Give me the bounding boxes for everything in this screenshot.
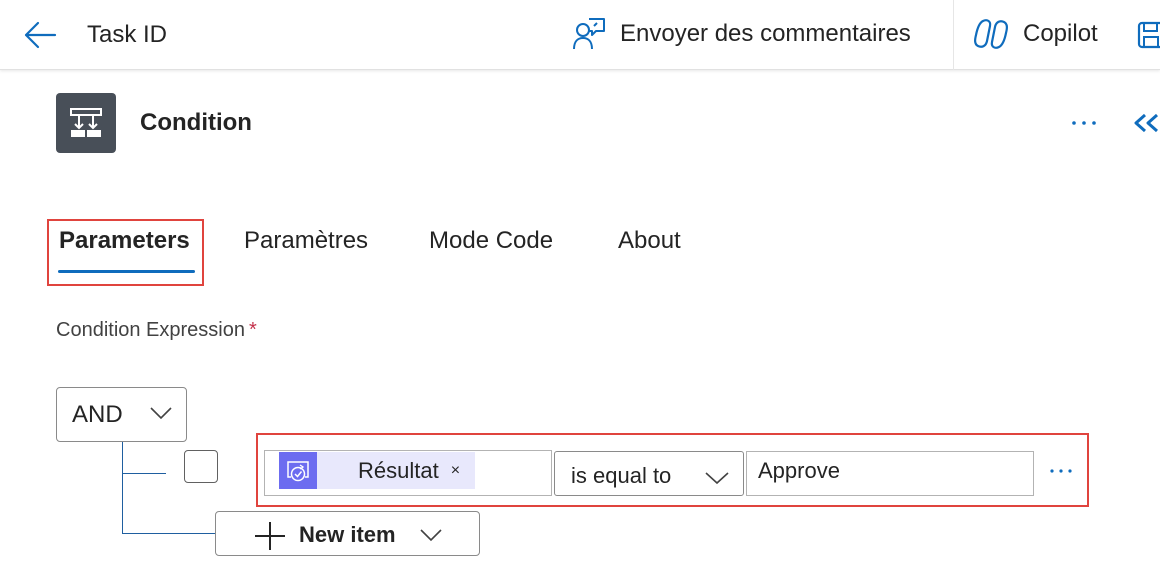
comparison-operator-value: is equal to [571,463,672,488]
active-tab-indicator [58,270,195,273]
person-feedback-icon [573,18,605,50]
condition-action-icon [56,93,116,153]
new-item-button[interactable]: New item [215,511,480,556]
toolbar-divider [953,0,954,70]
token-label: Résultat [358,457,439,483]
condition-expression-label: Condition Expression * [56,319,257,342]
top-bar: Task ID Envoyer des commentaires Copilot [0,0,1160,70]
tree-connector-row [122,473,166,474]
action-title: Condition [140,109,252,136]
send-feedback-label: Envoyer des commentaires [620,20,911,47]
copilot-icon [974,19,1008,49]
page-title: Task ID [87,21,168,48]
save-button[interactable] [1137,20,1160,50]
tab-about[interactable]: About [618,226,681,256]
comparison-operator-dropdown[interactable]: is equal to [554,451,744,496]
required-marker: * [249,319,257,341]
tab-parameters[interactable]: Parameters [59,226,190,256]
row-more-button[interactable] [1046,460,1076,482]
new-item-label: New item [299,522,396,547]
copilot-label: Copilot [1023,20,1098,47]
collapse-panel-button[interactable] [1132,108,1160,138]
action-more-button[interactable] [1068,110,1100,136]
save-icon [1137,21,1160,49]
token-icon-box [279,452,317,489]
tab-parametres[interactable]: Paramètres [244,226,368,256]
chevron-down-icon [420,529,442,542]
group-operator-value: AND [72,400,123,428]
remove-token-icon[interactable]: × [451,462,460,480]
tab-mode-code[interactable]: Mode Code [429,226,553,256]
condition-icon [70,108,102,137]
group-operator-dropdown[interactable]: AND [56,387,187,442]
more-horizontal-icon [1072,121,1096,125]
approval-icon [287,460,309,481]
back-button[interactable] [22,18,58,52]
tree-connector-vertical [122,442,123,534]
plus-icon [255,522,285,550]
copilot-button[interactable]: Copilot [973,14,1098,54]
more-horizontal-icon [1050,469,1072,473]
right-operand-input[interactable]: Approve [746,451,1034,496]
send-feedback-button[interactable]: Envoyer des commentaires [572,14,911,54]
condition-expression-label-text: Condition Expression [56,319,245,341]
tree-connector-new-item [122,533,216,534]
chevron-down-icon [150,407,172,420]
left-operand-field[interactable]: Résultat × [264,450,552,496]
chevron-double-left-icon [1134,113,1158,133]
row-select-checkbox[interactable] [184,450,218,483]
arrow-left-icon [24,21,57,49]
dynamic-content-token[interactable]: Résultat × [279,452,475,489]
chevron-down-icon [705,472,729,485]
